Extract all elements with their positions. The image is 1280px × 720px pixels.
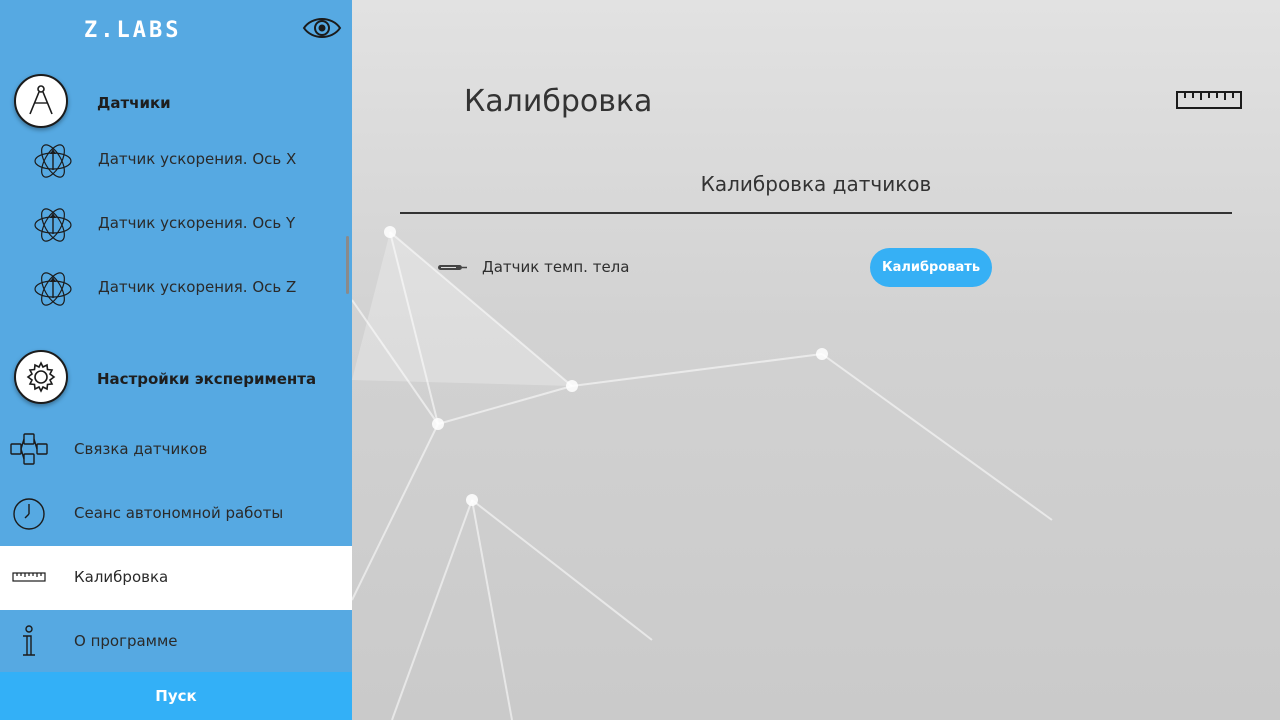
sensor-item-label: Датчик ускорения. Ось X [98,150,297,168]
menu-item-label: Калибровка [74,568,169,586]
menu-item-autonomous-session[interactable]: Сеанс автономной работы [0,482,352,546]
sensor-item-label: Датчик ускорения. Ось Y [98,214,296,232]
menu-item-sensor-link[interactable]: Связка датчиков [0,418,352,482]
compass-icon [14,74,68,128]
sensor-item-accel-x[interactable]: Датчик ускорения. Ось X [0,128,352,192]
start-button[interactable]: Пуск [0,672,352,720]
hierarchy-icon [10,432,50,468]
calibration-row: Датчик темп. тела Калибровать [436,248,1136,288]
sensor-item-label: Датчик ускорения. Ось Z [98,278,297,296]
gear-icon [14,350,68,404]
clock-icon [10,496,50,532]
thermometer-icon [436,258,468,278]
eye-icon[interactable] [302,14,342,42]
settings-section-header[interactable]: Настройки эксперимента [0,350,352,414]
calibrate-button[interactable]: Калибровать [870,248,992,287]
menu-item-about[interactable]: О программе [0,610,352,674]
sensors-section-label: Датчики [97,94,171,112]
sensor-item-accel-z[interactable]: Датчик ускорения. Ось Z [0,256,352,320]
accelerometer-icon [32,204,74,246]
panel-title: Калибровка датчиков [700,172,932,196]
main-content: Калибровка Калибровка датчиков Датчик те… [352,0,1280,720]
menu-item-label: О программе [74,632,178,650]
app-logo: Z.LABS [84,18,182,43]
ruler-icon[interactable] [1176,88,1242,112]
info-icon [10,624,50,660]
ruler-icon [10,560,50,596]
sidebar: Z.LABS Датчики Датчик ускорения. Ось X Д… [0,0,352,720]
menu-item-label: Связка датчиков [74,440,208,458]
divider [400,212,1232,214]
sensor-name: Датчик темп. тела [482,258,630,276]
sensor-item-accel-y[interactable]: Датчик ускорения. Ось Y [0,192,352,256]
settings-section-label: Настройки эксперимента [97,370,317,388]
accelerometer-icon [32,268,74,310]
menu-item-calibration[interactable]: Калибровка [0,546,352,610]
page-title: Калибровка [464,84,653,119]
accelerometer-icon [32,140,74,182]
menu-item-label: Сеанс автономной работы [74,504,284,522]
sidebar-scrollbar[interactable] [346,236,349,294]
